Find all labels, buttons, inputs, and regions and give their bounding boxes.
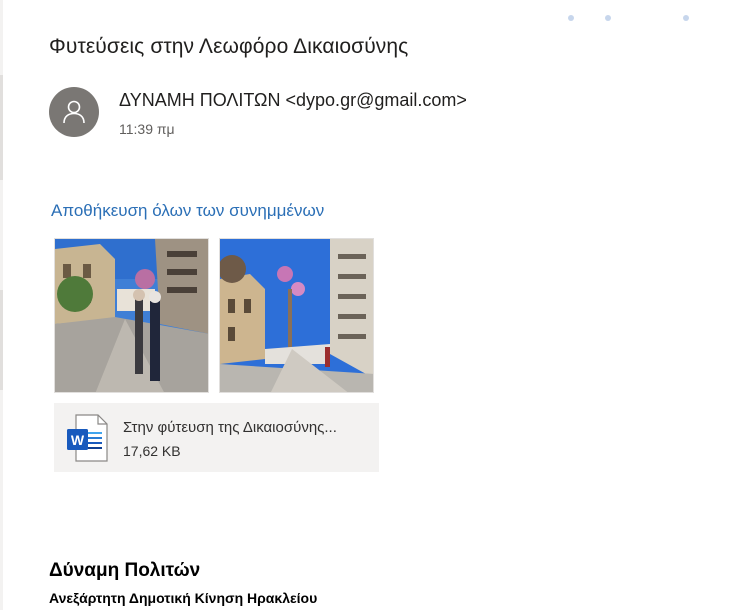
dot-icon	[605, 15, 611, 21]
dot-icon	[683, 15, 689, 21]
person-icon	[63, 100, 85, 124]
sender-avatar[interactable]	[49, 87, 99, 137]
word-document-icon: W	[67, 414, 108, 462]
dot-icon	[568, 15, 574, 21]
photo-thumbnail	[220, 239, 373, 392]
signature-name: Δύναμη Πολιτών	[49, 560, 201, 581]
image-attachment-2[interactable]	[219, 238, 374, 393]
document-attachment[interactable]: W Στην φύτευση της Δικαιοσύνης... 17,62 …	[54, 403, 379, 472]
signature-subtitle: Ανεξάρτητη Δημοτική Κίνηση Ηρακλείου	[49, 590, 318, 606]
left-pane-edge	[0, 0, 3, 610]
attachment-file-name: Στην φύτευση της Δικαιοσύνης...	[123, 419, 337, 436]
attachment-file-size: 17,62 KB	[123, 443, 181, 459]
svg-text:W: W	[71, 432, 85, 448]
pane-divider-mark	[0, 290, 3, 390]
pane-divider-mark	[0, 75, 3, 180]
image-attachment-1[interactable]	[54, 238, 209, 393]
sender-name[interactable]: ΔΥΝΑΜΗ ΠΟΛΙΤΩΝ <dypo.gr@gmail.com>	[119, 90, 467, 111]
email-time: 11:39 πμ	[119, 121, 175, 137]
save-all-attachments-link[interactable]: Αποθήκευση όλων των συνημμένων	[51, 201, 324, 221]
photo-thumbnail	[55, 239, 208, 392]
email-subject: Φυτεύσεις στην Λεωφόρο Δικαιοσύνης	[49, 35, 409, 58]
more-actions-dots[interactable]	[568, 15, 693, 23]
